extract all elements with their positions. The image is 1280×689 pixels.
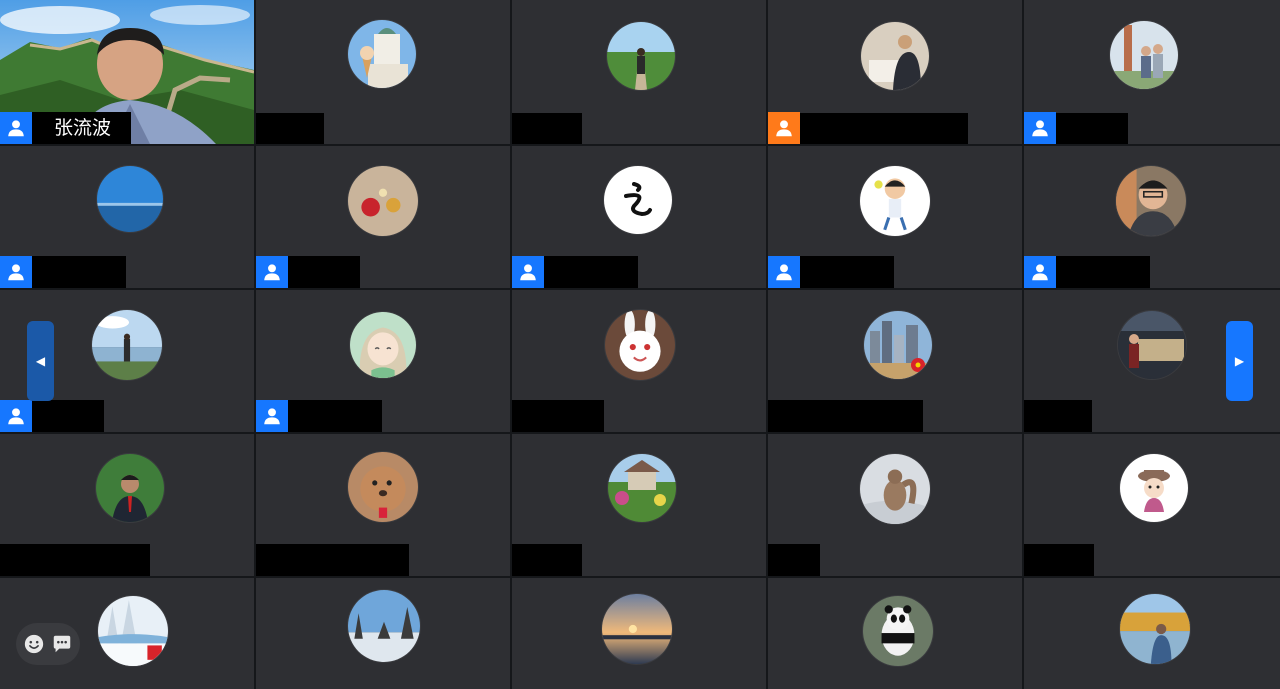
participant-tile[interactable] <box>512 578 766 689</box>
participant-name-redacted <box>256 544 409 576</box>
participant-user-icon <box>1024 112 1056 144</box>
participant-tile[interactable] <box>0 146 254 288</box>
participant-name-redacted <box>512 400 604 432</box>
participant-avatar <box>602 594 672 664</box>
participant-tile[interactable] <box>256 434 510 576</box>
participant-name-redacted <box>256 113 324 144</box>
emoji-icon[interactable] <box>23 633 45 655</box>
participant-tile-video[interactable]: 张流波 <box>0 0 254 144</box>
participant-avatar <box>348 590 420 662</box>
participant-name-redacted <box>768 400 923 432</box>
participant-avatar <box>348 20 416 88</box>
participant-avatar <box>605 310 675 380</box>
participant-avatar <box>98 596 168 666</box>
participant-name-redacted <box>800 256 894 288</box>
participant-tile[interactable] <box>768 290 1022 432</box>
participant-avatar <box>1118 311 1186 379</box>
participant-user-icon <box>0 400 32 432</box>
participant-name-redacted <box>288 256 360 288</box>
participant-name-redacted <box>800 113 968 144</box>
participant-name-redacted <box>0 544 150 576</box>
prev-page-button[interactable]: ◀ <box>27 321 54 401</box>
chevron-left-icon: ◀ <box>35 354 46 368</box>
participant-avatar <box>1110 21 1178 89</box>
participant-avatar <box>1120 594 1190 664</box>
participant-name-redacted <box>32 400 104 432</box>
participant-avatar <box>608 454 676 522</box>
participant-tile[interactable] <box>256 290 510 432</box>
participant-avatar <box>863 596 933 666</box>
participant-name-redacted <box>1056 113 1128 144</box>
participant-avatar <box>1116 166 1186 236</box>
participant-avatar <box>1120 454 1188 522</box>
participant-tile[interactable] <box>1024 0 1280 144</box>
participant-tile[interactable] <box>256 0 510 144</box>
participant-name-redacted <box>1024 544 1094 576</box>
participant-avatar <box>860 454 930 524</box>
participant-tile[interactable] <box>256 578 510 689</box>
participant-name-redacted <box>32 256 126 288</box>
participant-user-icon <box>512 256 544 288</box>
participant-tile[interactable] <box>1024 146 1280 288</box>
participant-avatar <box>348 166 418 236</box>
chat-icon[interactable] <box>51 633 73 655</box>
participant-avatar <box>860 166 930 236</box>
participant-avatar <box>607 22 675 90</box>
participant-user-icon <box>256 400 288 432</box>
participant-tile[interactable] <box>768 578 1022 689</box>
participant-user-icon <box>1024 256 1056 288</box>
participant-tile[interactable] <box>512 0 766 144</box>
participant-tile[interactable] <box>768 146 1022 288</box>
participant-tile[interactable] <box>512 290 766 432</box>
participant-name-redacted <box>512 544 582 576</box>
participant-avatar <box>348 452 418 522</box>
participant-name-redacted <box>768 544 820 576</box>
participant-name-redacted <box>512 113 582 144</box>
participant-name-redacted <box>1024 400 1092 432</box>
participant-avatar <box>96 454 164 522</box>
participant-name-redacted <box>288 400 382 432</box>
participant-tile[interactable] <box>0 434 254 576</box>
participant-avatar <box>604 166 672 234</box>
participant-tile[interactable] <box>1024 434 1280 576</box>
participant-user-icon <box>768 112 800 144</box>
participant-avatar <box>92 310 162 380</box>
participant-grid: 张流波 <box>0 0 1280 689</box>
participant-avatar <box>861 22 929 90</box>
next-page-button[interactable]: ▶ <box>1226 321 1253 401</box>
participant-tile[interactable] <box>512 434 766 576</box>
participant-user-icon <box>768 256 800 288</box>
participant-tile[interactable] <box>768 0 1022 144</box>
participant-tile[interactable] <box>768 434 1022 576</box>
participant-name-redacted <box>544 256 638 288</box>
participant-user-icon <box>0 112 32 144</box>
participant-user-icon <box>0 256 32 288</box>
participant-user-icon <box>256 256 288 288</box>
participant-avatar <box>350 312 416 378</box>
reaction-bar <box>16 623 80 665</box>
participant-tile[interactable] <box>1024 578 1280 689</box>
participant-tile[interactable] <box>256 146 510 288</box>
participant-avatar <box>864 311 932 379</box>
participant-avatar <box>97 166 163 232</box>
chevron-right-icon: ▶ <box>1234 354 1245 368</box>
participant-tile[interactable] <box>512 146 766 288</box>
participant-name: 张流波 <box>32 112 132 144</box>
participant-name-redacted <box>1056 256 1150 288</box>
